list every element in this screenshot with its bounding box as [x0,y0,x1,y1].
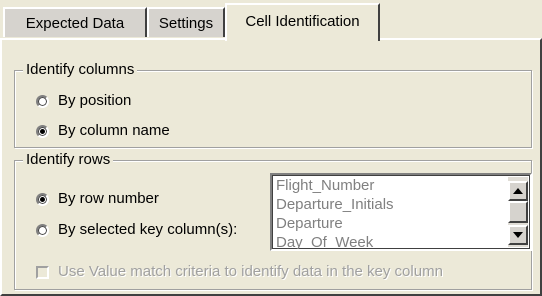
tab-expected-data[interactable]: Expected Data [3,7,147,37]
key-columns-list: Flight_Number Departure_Initials Departu… [276,176,394,249]
tab-label: Expected Data [25,14,125,32]
by-key-column-label: By selected key column(s): [58,221,238,238]
identify-rows-legend: Identify rows [23,150,114,170]
tab-settings[interactable]: Settings [147,7,225,37]
radio-selected-dot [40,196,45,202]
scroll-down-arrow-icon[interactable] [508,225,528,245]
by-column-name-label: By column name [58,122,170,139]
by-row-number-radio[interactable]: By row number [36,190,159,208]
list-item[interactable]: Departure [276,214,394,233]
list-item[interactable]: Departure_Initials [276,195,394,214]
identify-columns-legend: Identify columns [23,60,138,80]
radio-button[interactable] [36,124,49,138]
tab-panel: Identify columns By position By column n… [0,38,542,296]
value-match-checkbox[interactable] [36,265,49,279]
by-key-column-radio[interactable]: By selected key column(s): [36,221,237,239]
radio-button[interactable] [36,94,49,108]
by-column-name-radio[interactable]: By column name [36,122,170,140]
radio-button[interactable] [36,192,49,206]
listbox-scrollbar[interactable] [508,177,528,247]
by-position-label: By position [58,92,132,109]
value-match-label: Use Value match criteria to identify dat… [58,263,443,280]
key-columns-listbox[interactable]: Flight_Number Departure_Initials Departu… [270,173,532,251]
radio-selected-dot [40,128,45,134]
by-row-number-label: By row number [58,190,159,207]
radio-button[interactable] [36,223,49,237]
list-item[interactable]: Flight_Number [276,176,394,195]
value-match-checkbox-row[interactable]: Use Value match criteria to identify dat… [36,263,443,281]
by-position-radio[interactable]: By position [36,92,131,110]
tab-cell-identification[interactable]: Cell Identification [225,3,380,41]
tab-label: Cell Identification [245,13,360,30]
scrollbar-thumb[interactable] [508,201,528,223]
list-item[interactable]: Day_Of_Week [276,233,394,249]
scroll-up-arrow-icon[interactable] [508,181,528,201]
tab-label: Settings [158,14,214,32]
